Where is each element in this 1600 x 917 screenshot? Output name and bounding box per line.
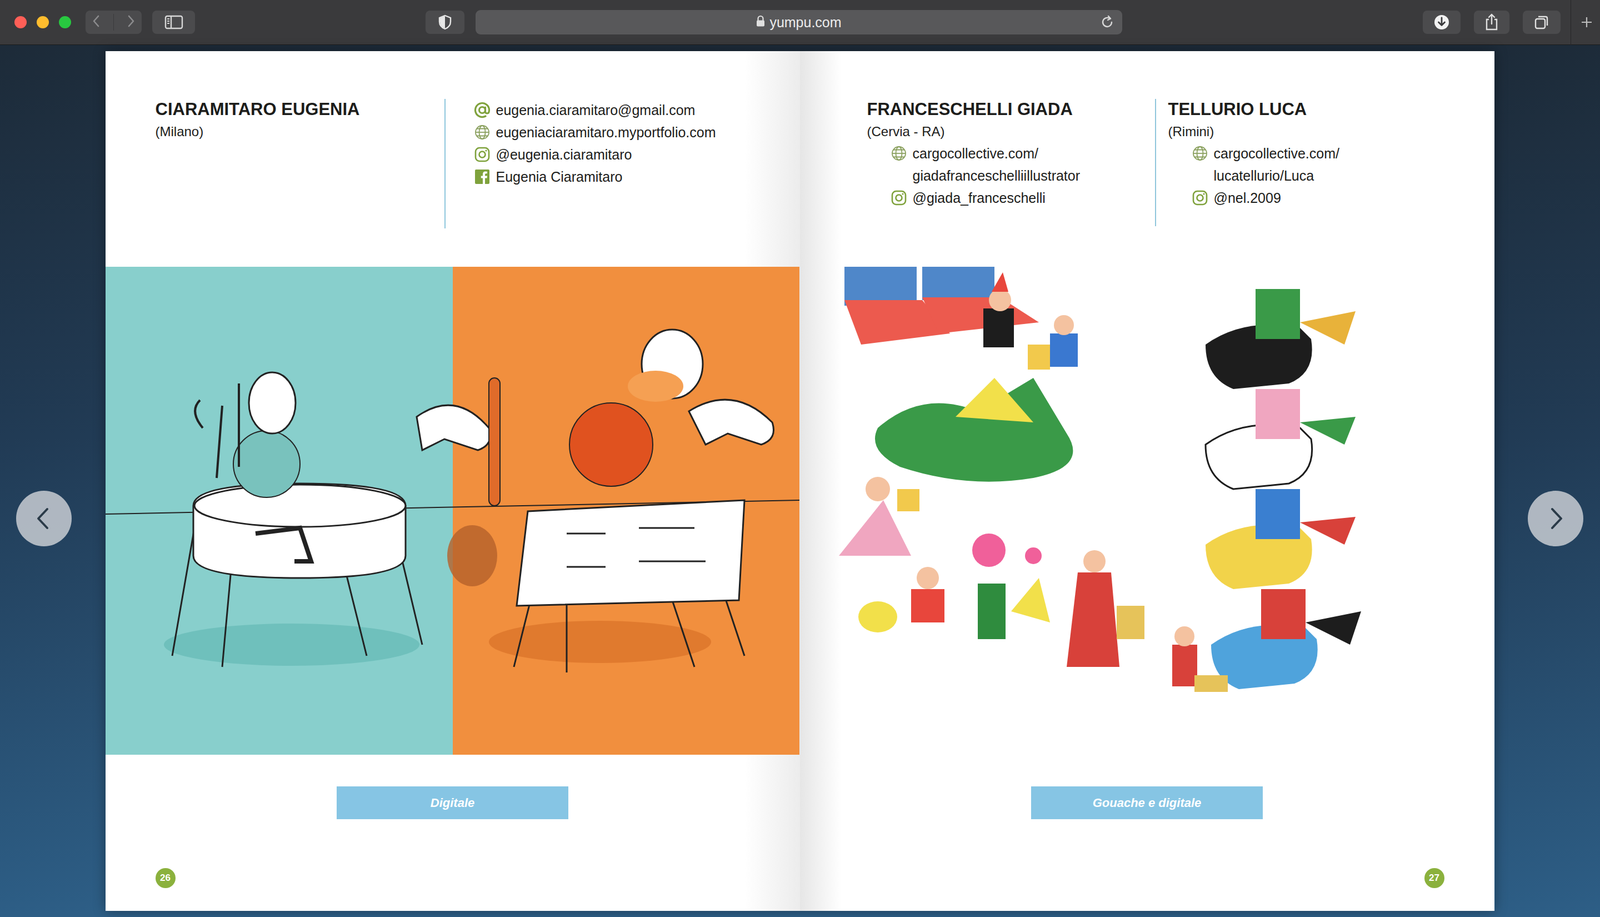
contact-row: @eugenia.ciaramitaro <box>473 143 717 166</box>
page-header: CIARAMITARO EUGENIA(Milano)eugenia.ciara… <box>105 51 800 267</box>
facebook-icon <box>473 165 497 188</box>
artist-info: TELLURIO LUCA (Rimini) cargocollective.com… <box>1156 98 1340 267</box>
illustration <box>105 266 800 755</box>
magazine-spread: CIARAMITARO EUGENIA(Milano)eugenia.ciara… <box>105 51 1495 911</box>
minimize-button[interactable] <box>36 16 49 29</box>
magazine-page: FRANCESCHELLI GIADA (Cervia - RA) cargocol… <box>800 51 1495 911</box>
history-buttons <box>85 10 142 34</box>
back-icon[interactable] <box>90 13 103 31</box>
contact-row: eugenia.ciaramitaro@gmail.com <box>473 98 717 122</box>
previous-page-icon[interactable] <box>16 490 72 547</box>
contact-row: cargocollective.com/giadafranceschelliil… <box>890 142 1155 187</box>
contact-text[interactable]: cargocollective.com/giadafranceschelliil… <box>912 142 1081 187</box>
artist-name: FRANCESCHELLI GIADA <box>867 98 1155 120</box>
illustration <box>800 266 1495 755</box>
contact-text[interactable]: eugenia.ciaramitaro@gmail.com <box>496 98 696 122</box>
contact-text[interactable]: eugeniaciaramitaro.myportfolio.com <box>496 121 717 144</box>
contact-line[interactable]: cargocollective.com/ <box>912 142 1081 165</box>
technique-label: Digitale <box>336 786 569 819</box>
contact-line[interactable]: @nel.2009 <box>1213 186 1282 209</box>
globe-icon <box>473 121 497 144</box>
technique-row: Digitale <box>105 786 800 819</box>
contact-row: @giada_franceschelli <box>890 186 1155 209</box>
email-icon <box>473 98 497 122</box>
page-number-row: 27 <box>800 867 1495 911</box>
globe-icon <box>1191 142 1214 165</box>
contact-row: Eugenia Ciaramitaro <box>473 165 717 188</box>
contact-list: cargocollective.com/lucatellurio/Luca@ne… <box>1168 142 1340 209</box>
artist-name: CIARAMITARO EUGENIA <box>155 98 445 120</box>
contact-text[interactable]: Eugenia Ciaramitaro <box>496 165 623 188</box>
browser-toolbar: yumpu.com <box>0 0 1600 45</box>
lock-icon <box>756 15 765 30</box>
contact-list: eugenia.ciaramitaro@gmail.comeugeniaciar… <box>445 98 717 267</box>
artist-info: FRANCESCHELLI GIADA (Cervia - RA) cargocol… <box>867 98 1155 267</box>
separator <box>113 13 114 31</box>
separator <box>1570 0 1572 45</box>
page-number: 27 <box>1424 867 1445 888</box>
address-bar[interactable]: yumpu.com <box>475 10 1123 35</box>
reload-icon[interactable] <box>1100 15 1115 32</box>
artist-city: (Rimini) <box>1168 123 1340 140</box>
contact-line[interactable]: @giada_franceschelli <box>912 186 1046 209</box>
contact-row: cargocollective.com/lucatellurio/Luca <box>1191 142 1340 187</box>
contact-line[interactable]: @eugenia.ciaramitaro <box>496 143 633 166</box>
instagram-icon <box>1191 186 1214 209</box>
contact-row: @nel.2009 <box>1191 186 1340 209</box>
forward-icon[interactable] <box>124 13 137 31</box>
page-number: 26 <box>155 867 176 888</box>
instagram-icon <box>890 186 913 209</box>
contact-line[interactable]: lucatellurio/Luca <box>1213 164 1340 187</box>
new-tab-icon[interactable] <box>1580 16 1593 29</box>
privacy-shield-icon[interactable] <box>425 10 465 34</box>
magazine-page: CIARAMITARO EUGENIA(Milano)eugenia.ciara… <box>105 51 800 911</box>
contact-line[interactable]: giadafranceschelliillustrator <box>912 164 1081 187</box>
download-icon[interactable] <box>1422 10 1461 34</box>
page-number-row: 26 <box>105 867 800 911</box>
technique-label: Gouache e digitale <box>1031 786 1263 819</box>
contact-line[interactable]: cargocollective.com/ <box>1213 142 1340 165</box>
zoom-button[interactable] <box>58 16 72 29</box>
contact-line[interactable]: Eugenia Ciaramitaro <box>496 165 623 188</box>
technique-row: Gouache e digitale <box>800 786 1495 819</box>
close-button[interactable] <box>14 16 27 29</box>
globe-icon <box>890 142 913 165</box>
contact-text[interactable]: @nel.2009 <box>1213 186 1282 209</box>
sidebar-icon[interactable] <box>152 10 195 34</box>
artist-name: TELLURIO LUCA <box>1168 98 1340 120</box>
artist-info: CIARAMITARO EUGENIA (Milano) <box>155 98 445 267</box>
tabs-overview-icon[interactable] <box>1522 10 1561 34</box>
contact-text[interactable]: @giada_franceschelli <box>912 186 1046 209</box>
share-icon[interactable] <box>1473 10 1510 34</box>
viewer-area: CIARAMITARO EUGENIA(Milano)eugenia.ciara… <box>0 45 1600 917</box>
contact-text[interactable]: @eugenia.ciaramitaro <box>496 143 633 166</box>
artist-city: (Milano) <box>155 123 445 140</box>
contact-row: eugeniaciaramitaro.myportfolio.com <box>473 121 717 144</box>
contact-line[interactable]: eugenia.ciaramitaro@gmail.com <box>496 98 696 122</box>
next-page-icon[interactable] <box>1527 490 1584 547</box>
contact-list: cargocollective.com/giadafranceschelliil… <box>867 142 1155 209</box>
address-text: yumpu.com <box>769 14 842 31</box>
artist-city: (Cervia - RA) <box>867 123 1155 140</box>
divider <box>444 98 446 229</box>
instagram-icon <box>473 143 497 166</box>
page-header: FRANCESCHELLI GIADA (Cervia - RA) cargocol… <box>800 51 1495 267</box>
contact-line[interactable]: eugeniaciaramitaro.myportfolio.com <box>496 121 717 144</box>
contact-text[interactable]: cargocollective.com/lucatellurio/Luca <box>1213 142 1340 187</box>
divider <box>1155 98 1157 227</box>
